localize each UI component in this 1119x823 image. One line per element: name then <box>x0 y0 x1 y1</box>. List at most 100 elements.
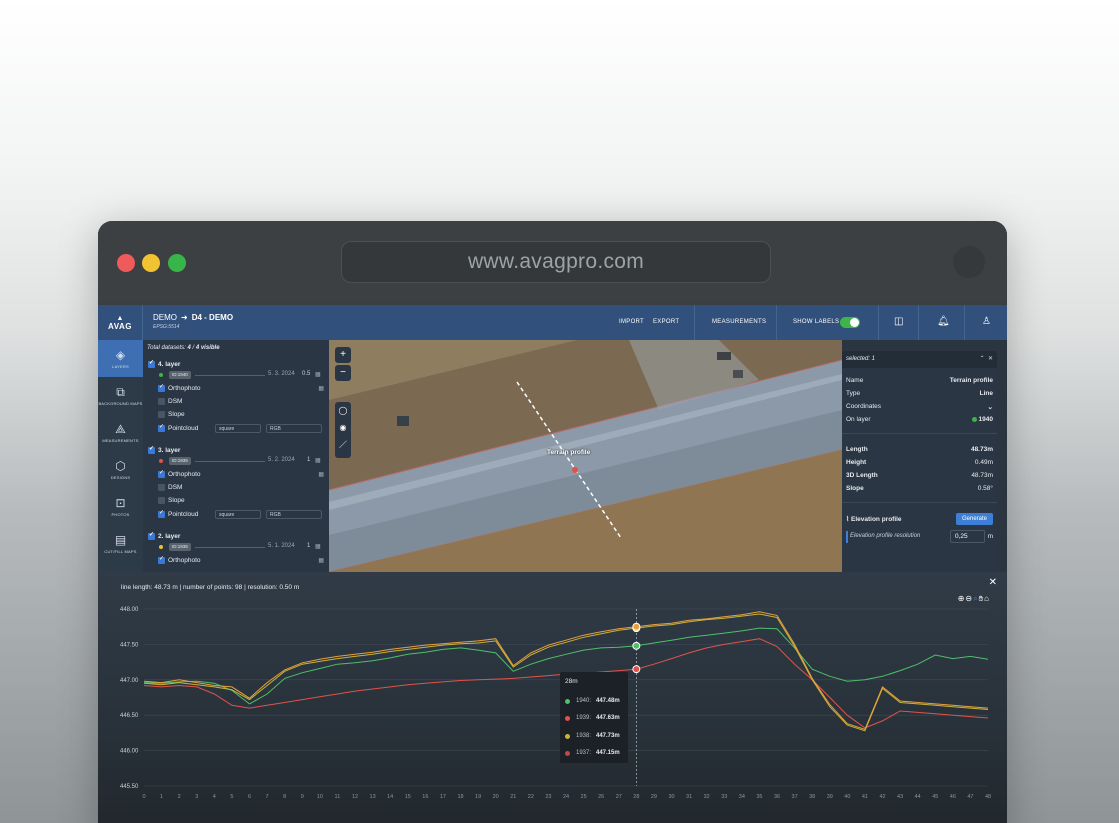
x-tick-label: 21 <box>510 794 516 800</box>
x-tick-label: 34 <box>739 794 745 800</box>
grid-icon[interactable]: ▦ <box>315 371 321 378</box>
layer-title-row[interactable]: 4. layer <box>148 359 180 368</box>
measurements-button[interactable]: MEASUREMENTS <box>712 319 766 325</box>
layer-date: 5. 2. 2024 <box>268 457 295 463</box>
sidebar-item-label: CUT/FILL MAPS <box>104 548 137 554</box>
sublayer-checkbox[interactable] <box>158 509 165 518</box>
logo[interactable]: ▲ AVAG <box>98 305 143 340</box>
y-tick-label: 446.00 <box>120 749 139 755</box>
layer-title: 3. layer <box>158 447 181 455</box>
sublayer-label: Pointcloud <box>168 425 199 433</box>
tooltip-value: 447.15m <box>596 750 620 756</box>
properties-header: selected: 1 ⌃ ✕ <box>842 351 997 368</box>
grid-icon[interactable]: ▦ <box>315 543 321 550</box>
sublayer-checkbox[interactable] <box>158 555 165 564</box>
sublayer-dsm[interactable]: DSM <box>158 398 326 407</box>
grid-icon[interactable]: ▦ <box>318 471 324 478</box>
sublayer-pointcloud[interactable]: Pointcloud square RGB <box>158 423 326 434</box>
point-color-select[interactable]: RGB <box>266 510 322 519</box>
profile-summary: line length: 48.73 m | number of points:… <box>121 584 300 591</box>
property-coordinates[interactable]: Coordinates ⌄ <box>846 403 993 412</box>
layer-title-row[interactable]: 3. layer <box>148 445 181 455</box>
grid-icon[interactable]: ▦ <box>318 385 324 392</box>
point-shape-select[interactable]: square <box>215 424 261 433</box>
user-icon[interactable]: ♙ <box>982 316 991 327</box>
sublayer-checkbox[interactable] <box>158 398 165 405</box>
x-tick-label: 46 <box>950 794 956 800</box>
zoom-out-icon[interactable]: ⊖ <box>965 594 973 603</box>
sublayer-checkbox[interactable] <box>158 411 165 418</box>
minimize-window-button[interactable] <box>142 254 160 272</box>
polygon-tool-icon[interactable]: ◯ <box>335 402 351 419</box>
sidebar-item-designs[interactable]: ⬡ DESIGNS <box>98 451 143 488</box>
home-icon[interactable]: ⌂ <box>984 594 990 603</box>
bell-icon[interactable]: 🔔︎ <box>937 316 950 327</box>
grid-icon[interactable]: ▦ <box>315 457 321 464</box>
zoom-out-button[interactable]: − <box>335 365 351 381</box>
collapse-icon[interactable]: ⌃ <box>980 356 985 362</box>
sublayer-checkbox[interactable] <box>158 497 165 504</box>
property-value: Terrain profile <box>949 377 993 384</box>
selected-count: selected: 1 <box>846 356 876 362</box>
layer-checkbox[interactable] <box>148 359 155 368</box>
sidebar-item-layers[interactable]: ◈ LAYERS <box>98 340 143 377</box>
close-icon[interactable]: ✕ <box>989 577 997 588</box>
tooltip-row: 1939: 447.63m <box>565 715 627 723</box>
sidebar-item-background-maps[interactable]: ⧉ BACKGROUND MAPS <box>98 377 143 414</box>
sidebar-item-photos[interactable]: ⊡ PHOTOS <box>98 488 143 525</box>
chevron-down-icon[interactable]: ⌄ <box>988 403 993 411</box>
layer-checkbox[interactable] <box>148 445 155 454</box>
close-window-button[interactable] <box>117 254 135 272</box>
sublayer-orthophoto[interactable]: Orthophoto ▦ <box>158 555 326 566</box>
layer-color-dot <box>159 545 163 549</box>
breadcrumb-project[interactable]: DEMO <box>153 313 177 322</box>
export-button[interactable]: EXPORT <box>653 319 679 325</box>
layer-meta: ID:1938 5. 1. 2024 1 ▦ <box>159 543 325 551</box>
generate-button[interactable]: Generate <box>956 513 993 525</box>
sublayer-pointcloud[interactable]: Pointcloud square RGB <box>158 509 326 520</box>
sidebar-item-label: LAYERS <box>112 363 129 369</box>
elevation-profile-chart[interactable]: 448.00447.50447.00446.50446.00445.500 1 2 3… <box>98 572 1007 823</box>
opacity-slider[interactable] <box>195 547 265 548</box>
sidebar-item-measurements[interactable]: ⟁ MEASUREMENTS <box>98 414 143 451</box>
tooltip-label: 1939: <box>576 715 592 721</box>
sublayer-dsm[interactable]: DSM <box>158 484 326 493</box>
layers-icon: ◈ <box>115 347 126 362</box>
x-tick-label: 3 <box>195 794 198 800</box>
grid-icon[interactable]: ▦ <box>318 557 324 564</box>
sublayer-checkbox[interactable] <box>158 423 165 432</box>
opacity-slider[interactable] <box>195 461 265 462</box>
tooltip-label: 1940: <box>576 698 592 704</box>
point-tool-icon[interactable]: ◉ <box>335 419 351 436</box>
sublayer-orthophoto[interactable]: Orthophoto ▦ <box>158 383 326 394</box>
show-labels-toggle[interactable] <box>840 317 860 328</box>
layer-title: 2. layer <box>158 533 181 541</box>
sublayer-checkbox[interactable] <box>158 469 165 478</box>
layer-meta: ID:1940 5. 3. 2024 0.5 ▦ <box>159 371 325 379</box>
sublayer-checkbox[interactable] <box>158 383 165 392</box>
zoom-in-button[interactable]: + <box>335 347 351 363</box>
layer-checkbox[interactable] <box>148 531 155 540</box>
line-tool-icon[interactable]: ／ <box>335 436 351 453</box>
close-icon[interactable]: ✕ <box>988 356 993 362</box>
point-color-select[interactable]: RGB <box>266 424 322 433</box>
sidebar-item-cutfill-maps[interactable]: ▤ CUT/FILL MAPS <box>98 525 143 562</box>
property-type: Type Line <box>846 390 993 399</box>
sublayer-slope[interactable]: Slope <box>158 497 326 506</box>
sublayer-orthophoto[interactable]: Orthophoto ▦ <box>158 469 326 480</box>
layer-title-row[interactable]: 2. layer <box>148 531 181 541</box>
maximize-window-button[interactable] <box>168 254 186 272</box>
sublayer-slope[interactable]: Slope <box>158 411 326 420</box>
sublayer-checkbox[interactable] <box>158 484 165 491</box>
browser-menu-button[interactable] <box>953 246 985 278</box>
resolution-input[interactable]: 0,25 <box>950 530 985 543</box>
map-view[interactable]: + − ◯ ◉ ／ Terrain profile <box>329 340 842 572</box>
divider <box>694 305 695 340</box>
x-tick-label: 2 <box>178 794 181 800</box>
opacity-slider[interactable] <box>195 375 265 376</box>
breadcrumb-dataset[interactable]: D4 - DEMO <box>192 313 233 322</box>
point-shape-select[interactable]: square <box>215 510 261 519</box>
import-button[interactable]: IMPORT <box>619 319 644 325</box>
split-view-icon[interactable]: ◫ <box>894 316 903 327</box>
url-bar[interactable]: www.avagpro.com <box>341 241 771 283</box>
